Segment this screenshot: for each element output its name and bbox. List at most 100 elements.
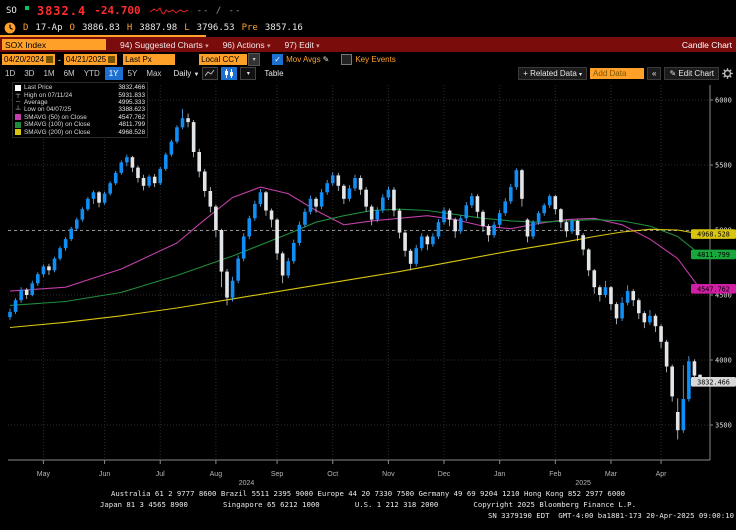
currency-select[interactable]: Local CCY [199, 54, 247, 65]
edit-chart-button[interactable]: ✎ Edit Chart [664, 67, 719, 80]
frequency-select[interactable]: Daily ▼ [173, 69, 199, 78]
legend-row[interactable]: SMAVG (50) on Close4547.762 [15, 114, 145, 121]
axis-price-badge-label: 3832.466 [697, 378, 730, 386]
axis-price-badge-label: 4811.799 [697, 251, 730, 259]
candle [47, 266, 51, 270]
line-chart-type-button[interactable] [202, 67, 218, 80]
x-axis-month-label: Apr [656, 471, 668, 478]
date-from-input[interactable]: 04/20/2024 [2, 54, 55, 65]
collapse-button[interactable]: « [647, 67, 661, 80]
menu-edit[interactable]: 97) Edit ▾ [285, 40, 320, 50]
candle [643, 313, 647, 322]
table-button[interactable]: Table [264, 69, 283, 78]
candle [186, 118, 190, 122]
candle [36, 274, 40, 283]
period-button-5y[interactable]: 5Y [124, 67, 142, 80]
price-chart[interactable]: 350040004500500055006000MayJunJulAugSepO… [0, 80, 736, 490]
moving-average-line [10, 187, 700, 291]
candle [670, 367, 674, 397]
menu-actions[interactable]: 96) Actions ▾ [223, 40, 271, 50]
legend-value: 3388.623 [118, 106, 145, 113]
legend-row[interactable]: SMAVG (200) on Close4968.528 [15, 128, 145, 135]
candle [192, 122, 196, 152]
candle [81, 209, 85, 219]
period-button-max[interactable]: Max [142, 67, 165, 80]
x-axis-month-label: Sep [271, 471, 284, 478]
calendar-icon[interactable] [108, 56, 115, 63]
candle [97, 192, 101, 202]
related-data-button[interactable]: + Related Data ▾ [518, 67, 587, 80]
period-buttons: 1D3D1M6MYTD1Y5YMax [0, 67, 165, 80]
period-button-1d[interactable]: 1D [1, 67, 19, 80]
chart-type-dropdown-button[interactable]: ▾ [240, 67, 256, 80]
legend-row[interactable]: ┬High on 07/11/245931.833 [15, 91, 145, 98]
x-axis-month-label: Jan [494, 471, 505, 478]
candle [604, 287, 608, 295]
legend-row[interactable]: --Average4995.333 [15, 99, 145, 106]
candle [92, 192, 96, 199]
add-data-input[interactable]: Add Data [590, 68, 644, 79]
candle [353, 178, 357, 188]
session-ohlc-row: D 17-Ap O 3886.83 H 3887.98 L 3796.53 Pr… [4, 21, 303, 34]
candle [693, 361, 697, 375]
candle [542, 205, 546, 213]
candle [375, 211, 379, 220]
candle [587, 250, 591, 271]
candle [431, 237, 435, 245]
legend-marker-icon: -- [15, 99, 21, 105]
menu-suggested-charts[interactable]: 94) Suggested Charts ▾ [120, 40, 209, 50]
period-button-ytd[interactable]: YTD [80, 67, 104, 80]
x-axis-month-label: Jun [99, 471, 110, 478]
legend-row[interactable]: Last Price3832.466 [15, 84, 145, 91]
candle [197, 152, 201, 172]
x-axis-month-label: Nov [382, 471, 395, 478]
date-to-input[interactable]: 04/21/2025 [64, 54, 117, 65]
candle [370, 207, 374, 220]
gear-icon[interactable] [722, 68, 733, 79]
chevron-down-icon: ▼ [193, 72, 199, 78]
period-button-1y[interactable]: 1Y [105, 67, 123, 80]
candle [281, 253, 285, 275]
line-chart-icon [205, 70, 215, 77]
security-input[interactable]: SOX Index [2, 39, 106, 50]
candle [526, 220, 530, 237]
clock-icon [4, 22, 16, 34]
candle [14, 300, 18, 312]
candle [570, 221, 574, 231]
legend-row[interactable]: SMAVG (100) on Close4811.799 [15, 121, 145, 128]
candle [665, 342, 669, 367]
day-label: D [23, 23, 28, 33]
edit-mov-avgs-icon[interactable]: ✎ [323, 55, 330, 64]
period-button-6m[interactable]: 6M [60, 67, 79, 80]
candle [682, 399, 686, 430]
candle [158, 169, 162, 183]
key-events-label: Key Events [355, 55, 395, 64]
candle [453, 220, 457, 232]
period-button-3d[interactable]: 3D [20, 67, 38, 80]
candle [687, 361, 691, 399]
candle [25, 290, 29, 295]
candle-chart-type-button[interactable] [221, 67, 237, 80]
candle [119, 162, 123, 172]
mov-avgs-checkbox[interactable]: ✓ [272, 54, 283, 65]
last-price: 3832.4 [37, 4, 86, 18]
calendar-icon[interactable] [46, 56, 53, 63]
candle [42, 266, 46, 274]
function-bar: SOX Index 94) Suggested Charts ▾ 96) Acti… [0, 37, 736, 52]
date-range-separator: - [58, 55, 61, 65]
period-button-1m[interactable]: 1M [39, 67, 58, 80]
legend-row[interactable]: ┴Low on 04/07/253388.623 [15, 106, 145, 113]
candle [631, 291, 635, 300]
candle [387, 190, 391, 198]
currency-dropdown-button[interactable]: ▾ [248, 53, 260, 66]
footer-contacts-line1: Australia 61 2 9777 8600 Brazil 5511 239… [0, 489, 736, 498]
price-change: -24.700 [94, 4, 140, 17]
candle [220, 230, 224, 272]
function-menus: 94) Suggested Charts ▾ 96) Actions ▾ 97) E… [106, 40, 320, 50]
candle [320, 192, 324, 206]
x-axis-month-label: Mar [605, 471, 618, 478]
key-events-checkbox[interactable] [341, 54, 352, 65]
candle [581, 235, 585, 249]
price-type-select[interactable]: Last Px [123, 54, 175, 65]
candle [364, 190, 368, 207]
